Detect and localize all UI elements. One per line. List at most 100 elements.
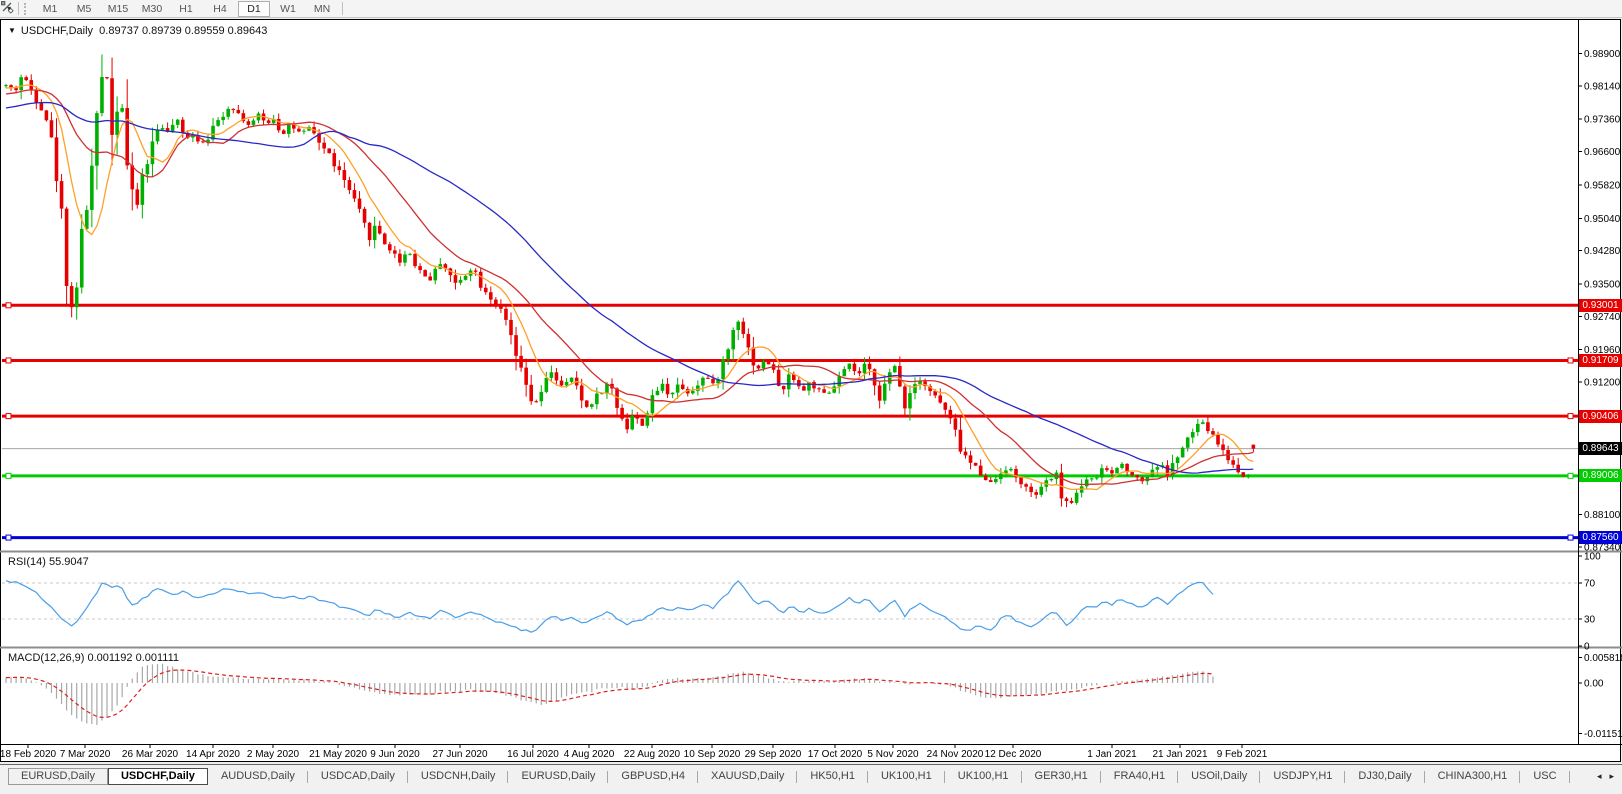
date-axis-label: 1 Jan 2021 (1087, 749, 1137, 760)
date-axis-label: 16 Jul 2020 (507, 749, 559, 760)
date-axis-label: 29 Sep 2020 (744, 749, 802, 760)
timeframe-button-h4[interactable]: H4 (204, 1, 236, 17)
date-axis-label: 18 Feb 2020 (0, 749, 57, 760)
timeframe-button-m5[interactable]: M5 (68, 1, 100, 17)
rsi-tick: 100 (1584, 552, 1601, 563)
tab-scroll-left-icon[interactable]: ◂ (1593, 771, 1606, 782)
price-tick: 0.92740 (1584, 312, 1621, 323)
chart-menu-triangle-icon[interactable]: ▼ (8, 26, 16, 35)
price-level-badge: 0.87560 (1579, 531, 1622, 545)
chart-tab-ger30-h1[interactable]: GER30,H1 (1022, 768, 1101, 785)
chart-ohlc-values: 0.89737 0.89739 0.89559 0.89643 (99, 25, 268, 37)
rsi-tick: 70 (1584, 579, 1596, 590)
price-tick: 0.95040 (1584, 214, 1621, 225)
toolbar: ▾ M1 M5 M15 M30 H1 H4 D1 W1 MN (0, 0, 1622, 18)
date-axis-label: 2 May 2020 (246, 749, 300, 760)
toolbar-separator (342, 2, 344, 15)
chart-tab-eurusd-daily[interactable]: EURUSD,Daily (508, 768, 609, 785)
level-handle[interactable] (5, 534, 12, 541)
level-handle[interactable] (1567, 357, 1574, 364)
mt4-workspace: 0.98900 0.98140 0.97360 0.96600 0.95820 0.950… (0, 0, 1622, 794)
price-level-badge: 0.90406 (1579, 409, 1622, 423)
chart-canvas: 0.98900 0.98140 0.97360 0.96600 0.95820 0.950… (0, 19, 1622, 762)
level-handle[interactable] (5, 357, 12, 364)
level-handle[interactable] (1567, 472, 1574, 479)
date-axis-label: 24 Nov 2020 (926, 749, 984, 760)
chart-tab-china300-h1[interactable]: CHINA300,H1 (1425, 768, 1521, 785)
rsi-tick: 30 (1584, 615, 1596, 626)
macd-label: MACD(12,26,9) 0.001192 0.001111 (8, 652, 180, 664)
level-handle[interactable] (5, 302, 12, 309)
chart-tab-usc[interactable]: USC (1520, 768, 1570, 785)
timeframe-button-mn[interactable]: MN (306, 1, 338, 17)
date-axis-label: 12 Dec 2020 (984, 749, 1042, 760)
price-tick: 0.96600 (1584, 147, 1621, 158)
chart-tabs: EURUSD,Daily USDCHF,Daily AUDUSD,Daily USDC… (8, 765, 1570, 785)
timeframe-button-m15[interactable]: M15 (102, 1, 134, 17)
toolbar-grip[interactable] (24, 2, 29, 15)
date-axis-label: 5 Nov 2020 (867, 749, 919, 760)
price-level-badge: 0.93001 (1579, 298, 1622, 312)
price-tick: 0.98900 (1584, 49, 1621, 60)
chart-tab-fra40-h1[interactable]: FRA40,H1 (1101, 768, 1179, 785)
current-price-badge: 0.89643 (1579, 442, 1622, 456)
timeframe-button-m30[interactable]: M30 (136, 1, 168, 17)
macd-tick: -0.011514 (1584, 729, 1622, 740)
chart-tab-bar: EURUSD,Daily USDCHF,Daily AUDUSD,Daily USDC… (0, 764, 1622, 794)
timeframe-button-w1[interactable]: W1 (272, 1, 304, 17)
macd-tick: 0.00 (1584, 679, 1604, 690)
price-tick: 0.95820 (1584, 180, 1621, 191)
timeframe-button-group: M1 M5 M15 M30 H1 H4 D1 W1 MN (33, 0, 339, 17)
chart-tab-audusd-daily[interactable]: AUDUSD,Daily (208, 768, 308, 785)
chart-tab-usdchf-daily[interactable]: USDCHF,Daily (107, 768, 208, 785)
date-axis-label: 9 Jun 2020 (370, 749, 420, 760)
level-handle[interactable] (5, 413, 12, 420)
level-handle[interactable] (5, 472, 12, 479)
line-studies-icon (1, 1, 14, 14)
timeframe-button-m1[interactable]: M1 (34, 1, 66, 17)
tab-scroll-arrows: ◂ ▸ (1593, 765, 1622, 787)
date-axis-label: 22 Aug 2020 (623, 749, 681, 760)
rsi-label: RSI(14) 55.9047 (8, 556, 89, 568)
price-tick: 0.93500 (1584, 280, 1621, 291)
date-axis-label: 21 Jan 2021 (1152, 749, 1208, 760)
tab-scroll-right-icon[interactable]: ▸ (1605, 771, 1618, 782)
date-axis-label: 4 Aug 2020 (563, 749, 615, 760)
date-axis-label: 14 Apr 2020 (186, 749, 240, 760)
timeframe-button-h1[interactable]: H1 (170, 1, 202, 17)
timeframe-button-d1[interactable]: D1 (238, 0, 271, 17)
date-axis-label: 10 Sep 2020 (683, 749, 741, 760)
price-level-badge: 0.89006 (1579, 469, 1622, 483)
chart-tab-dj30-daily[interactable]: DJ30,Daily (1345, 768, 1425, 785)
price-tick: 0.94280 (1584, 246, 1621, 257)
chart-tab-usdcnh-daily[interactable]: USDCNH,Daily (408, 768, 509, 785)
macd-tick: 0.005818 (1584, 653, 1622, 664)
chart-tab-uk100-h1[interactable]: UK100,H1 (868, 768, 945, 785)
price-level-badge: 0.91709 (1579, 353, 1622, 367)
chart-tab-usdcad-daily[interactable]: USDCAD,Daily (308, 768, 408, 785)
chart-symbol-label: USDCHF,Daily (20, 25, 94, 37)
price-tick: 0.91200 (1584, 378, 1621, 389)
date-axis-label: 17 Oct 2020 (807, 749, 863, 760)
line-studies-button[interactable]: ▾ (0, 1, 15, 16)
price-tick: 0.97360 (1584, 115, 1621, 126)
price-tick: 0.88100 (1584, 510, 1621, 521)
date-axis-label: 27 Jun 2020 (432, 749, 488, 760)
chart-tab-eurusd-daily[interactable]: EURUSD,Daily (8, 768, 108, 785)
level-handle[interactable] (1567, 413, 1574, 420)
chart-tab-uk100-h1[interactable]: UK100,H1 (945, 768, 1022, 785)
price-tick: 0.98140 (1584, 81, 1621, 92)
date-axis-label: 7 Mar 2020 (59, 749, 111, 760)
chart-tab-xauusd-daily[interactable]: XAUUSD,Daily (698, 768, 798, 785)
date-axis-label: 26 Mar 2020 (121, 749, 179, 760)
chart-tab-gbpusd-h4[interactable]: GBPUSD,H4 (608, 768, 698, 785)
chart-title: ▼ USDCHF,Daily 0.89737 0.89739 0.89559 0.… (8, 25, 267, 37)
chart-tab-usdjpy-h1[interactable]: USDJPY,H1 (1260, 768, 1346, 785)
date-axis-label: 21 May 2020 (309, 749, 367, 760)
rsi-tick: 0 (1584, 642, 1590, 653)
chart-tab-hk50-h1[interactable]: HK50,H1 (797, 768, 868, 785)
date-axis-label: 9 Feb 2021 (1216, 749, 1268, 760)
toolbar-separator (18, 2, 20, 15)
chart-tab-usoil-daily[interactable]: USOil,Daily (1178, 768, 1261, 785)
level-handle[interactable] (1567, 534, 1574, 541)
